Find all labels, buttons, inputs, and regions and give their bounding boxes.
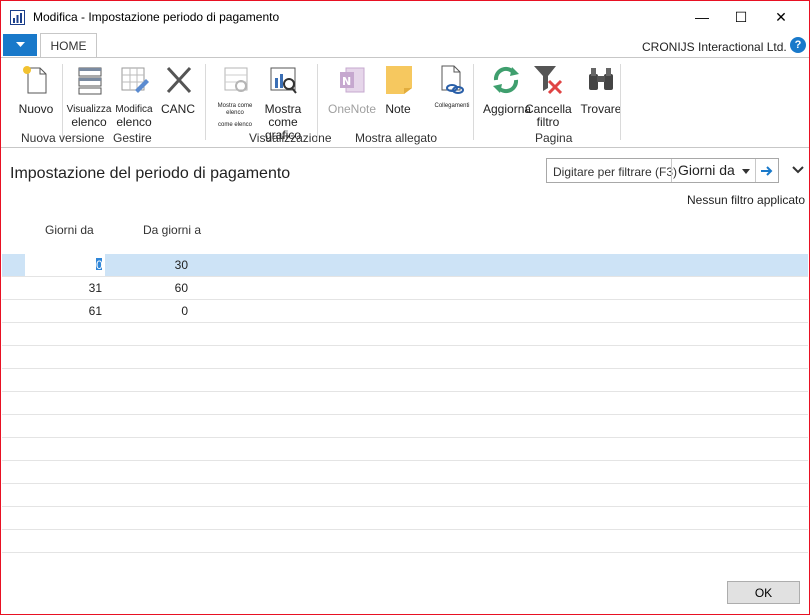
trovare-label: Trovare [580,102,622,116]
arrow-right-icon [761,165,773,176]
filter-input[interactable]: Digitare per filtrare (F3) [553,165,677,179]
empty-row[interactable] [2,346,808,369]
visualizza-elenco-button[interactable]: Visualizza elenco [64,64,114,128]
title-bar: Modifica - Impostazione periodo di pagam… [1,1,809,33]
page-title: Impostazione del periodo di pagamento [10,165,291,182]
cell-giorni-da[interactable]: 31 [25,277,105,299]
cell-da-giorni-a[interactable]: 60 [107,277,188,299]
filter-field-select[interactable]: Giorni da [671,159,755,182]
filter-status: Nessun filtro applicato [687,193,806,207]
empty-row[interactable] [2,415,808,438]
collegamenti-label: Collegamenti [434,103,470,109]
company-name[interactable]: CRONIJS Interactional Ltd. [642,40,787,54]
aggiorna-button[interactable]: Aggiorna [483,64,532,116]
link-document-icon [441,65,464,94]
ribbon-separator [473,64,474,140]
close-icon: ✕ [775,8,787,25]
empty-row[interactable] [2,438,808,461]
binoculars-icon [589,68,613,90]
onenote-label: OneNote [327,102,377,116]
empty-row[interactable] [2,461,808,484]
modifica-elenco-button[interactable]: Modifica elenco [112,64,156,128]
close-button[interactable]: ✕ [763,1,799,33]
filter-apply-button[interactable] [755,159,778,182]
window-title: Modifica - Impostazione periodo di pagam… [33,10,280,24]
help-icon[interactable]: ? [790,37,806,53]
app-menu-button[interactable] [3,34,37,56]
collegamenti-button[interactable]: Collegamenti [426,64,478,110]
new-document-icon [23,66,47,94]
visualizza-label-2: elenco [71,115,107,129]
minimize-button[interactable]: — [684,1,720,33]
expand-chevron-icon[interactable] [791,164,805,176]
maximize-button[interactable]: ☐ [723,1,759,33]
ribbon-separator [205,64,206,140]
clear-filter-icon [534,66,563,95]
show-as-list-icon [224,67,248,92]
group-visualizzazione: Visualizzazione [249,131,332,145]
cell-giorni-da[interactable]: 61 [25,300,105,322]
column-header-da-giorni-a[interactable]: Da giorni a [143,223,201,237]
delete-x-icon [166,66,192,94]
main-window: Modifica - Impostazione periodo di pagam… [0,0,810,615]
note-button[interactable]: Note [381,64,415,116]
ribbon-separator [620,64,621,140]
note-label: Note [385,102,411,116]
empty-row[interactable] [2,530,808,553]
dropdown-arrow-icon [15,42,25,47]
filter-field-label: Giorni da [678,162,735,178]
ribbon-tab-strip: HOME CRONIJS Interactional Ltd. ? [1,33,809,57]
data-grid: 0 30 31 60 61 0 [2,254,808,553]
empty-row[interactable] [2,507,808,530]
column-header-giorni-da[interactable]: Giorni da [45,223,94,237]
table-row[interactable]: 61 0 [2,300,808,323]
app-chart-icon [10,10,25,25]
text-cursor: 0 [96,258,103,272]
refresh-icon [493,66,519,94]
mostra-grafico-label-1: Mostra come [264,102,302,129]
maximize-icon: ☐ [734,8,748,25]
onenote-icon: N [340,67,365,93]
tab-home[interactable]: HOME [40,33,97,57]
cell-giorni-da[interactable]: 0 [25,254,105,276]
group-nuova-versione: Nuova versione [21,131,105,145]
cancella-filtro-button[interactable]: Cancella filtro [525,64,572,129]
ok-button[interactable]: OK [727,581,800,604]
modifica-label-2: elenco [116,115,152,129]
show-as-chart-icon [270,67,297,94]
table-row[interactable]: 31 60 [2,277,808,300]
group-pagina: Pagina [535,131,573,145]
edit-list-icon [121,67,149,93]
nuovo-label: Nuovo [18,102,54,116]
cancella-label-2: filtro [536,115,560,129]
ribbon-separator [317,64,318,140]
trovare-button[interactable]: Trovare [579,64,623,116]
cell-da-giorni-a[interactable]: 30 [107,254,188,276]
nuovo-button[interactable]: Nuovo [13,64,59,116]
empty-row[interactable] [2,323,808,346]
cell-giorni-da-value: 0 [96,258,103,272]
group-mostra-allegato: Mostra allegato [355,131,438,145]
cell-da-giorni-a[interactable]: 0 [107,300,188,322]
empty-row[interactable] [2,369,808,392]
canc-button[interactable]: CANC [158,64,198,116]
filter-box: Digitare per filtrare (F3) Giorni da [546,158,779,183]
svg-text:N: N [342,75,351,88]
minimize-icon: — [695,9,709,25]
sticky-note-icon [386,66,412,94]
table-row[interactable]: 0 30 [2,254,808,277]
empty-row[interactable] [2,484,808,507]
ribbon-separator [62,64,63,140]
ribbon: Nuovo Visualizza elenco Modifica elenco … [1,57,809,148]
canc-label: CANC [160,102,195,116]
empty-row[interactable] [2,392,808,415]
group-gestire: Gestire [113,131,152,145]
view-list-icon [78,67,102,95]
onenote-button[interactable]: N OneNote [324,64,380,116]
aggiorna-label: Aggiorna [483,102,532,116]
chevron-down-icon [741,168,750,174]
